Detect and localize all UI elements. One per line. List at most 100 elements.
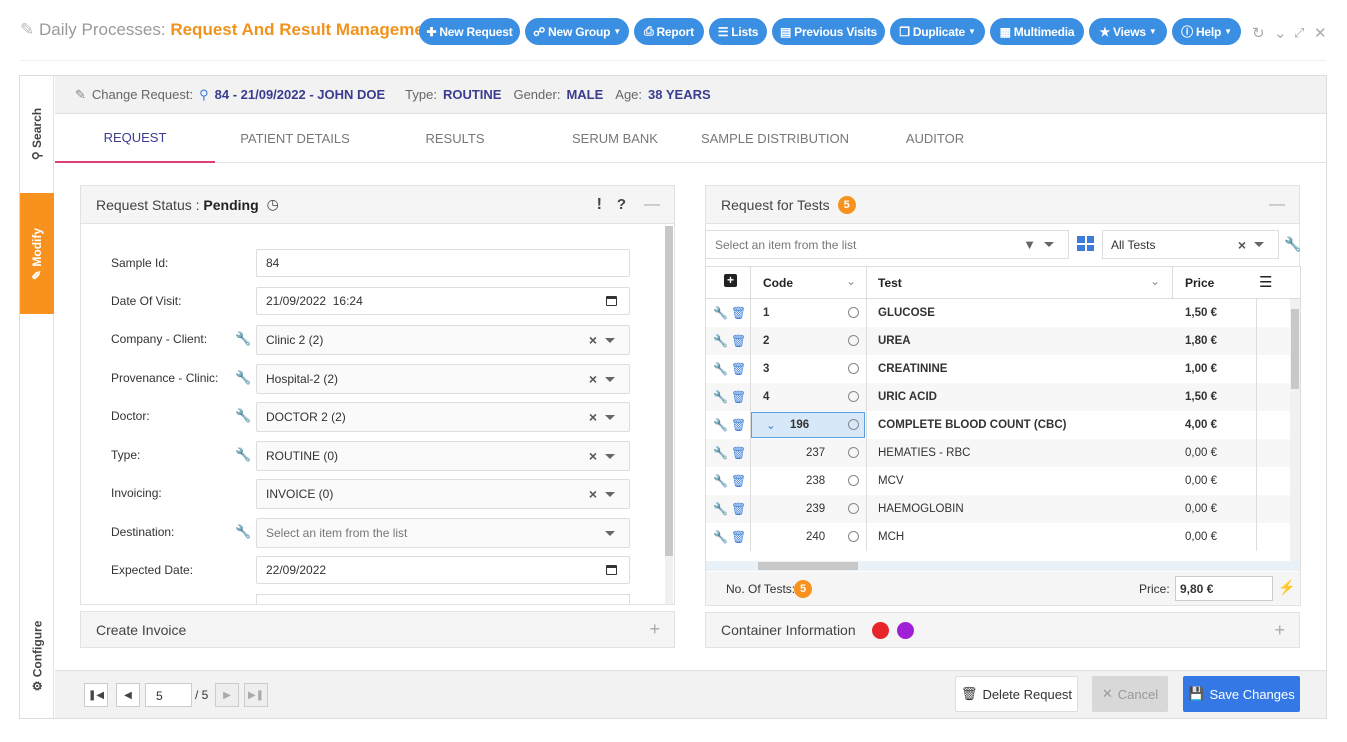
select-radio[interactable] bbox=[848, 363, 859, 374]
grid-hscrollbar[interactable] bbox=[706, 561, 1300, 571]
table-row[interactable]: 🔧 🗑 240 MCH 0,00 € bbox=[706, 523, 1290, 551]
table-row[interactable]: 🔧 🗑 1 GLUCOSE 1,50 € bbox=[706, 299, 1290, 327]
refresh-icon[interactable]: ↻ bbox=[1252, 24, 1265, 42]
type-select[interactable]: ROUTINE (0) × bbox=[256, 441, 630, 471]
trash-icon[interactable]: 🗑 bbox=[731, 306, 746, 320]
clear-icon[interactable]: × bbox=[589, 448, 597, 464]
wrench-icon[interactable]: 🔧 bbox=[713, 362, 728, 376]
views-button[interactable]: ★ Views ▼ bbox=[1089, 18, 1167, 45]
scrollbar-track[interactable] bbox=[665, 226, 673, 604]
trash-icon[interactable]: 🗑 bbox=[731, 418, 746, 432]
tab-auditor[interactable]: AUDITOR bbox=[855, 114, 1015, 163]
doctor-select[interactable]: DOCTOR 2 (2) × bbox=[256, 402, 630, 432]
date-of-visit-field[interactable]: 21/09/2022 16:24 bbox=[256, 287, 630, 315]
menu-icon[interactable]: ☰ bbox=[1259, 273, 1272, 291]
chevron-down-icon[interactable]: ⌄ bbox=[1150, 274, 1160, 288]
wrench-icon[interactable]: 🔧 bbox=[713, 390, 728, 404]
help-button[interactable]: ⓘ Help ▼ bbox=[1172, 18, 1241, 45]
select-radio[interactable] bbox=[848, 307, 859, 318]
trash-icon[interactable]: 🗑 bbox=[731, 530, 746, 544]
table-row[interactable]: 🔧 🗑 3 CREATININE 1,00 € bbox=[706, 355, 1290, 383]
next-page-button[interactable]: ▶ bbox=[215, 683, 239, 707]
question-icon[interactable]: ? bbox=[617, 196, 626, 213]
clear-icon[interactable]: × bbox=[589, 409, 597, 425]
page-input[interactable]: 5 bbox=[145, 683, 192, 707]
wrench-icon[interactable]: 🔧 bbox=[713, 502, 728, 516]
chevron-down-icon[interactable] bbox=[605, 453, 615, 459]
table-row[interactable]: 🔧 🗑 237 HEMATIES - RBC 0,00 € bbox=[706, 439, 1290, 467]
tab-serum-bank[interactable]: SERUM BANK bbox=[535, 114, 695, 163]
col-code[interactable]: Code bbox=[763, 276, 793, 290]
calendar-icon[interactable] bbox=[606, 296, 617, 306]
select-radio[interactable] bbox=[848, 531, 859, 542]
chevron-down-icon[interactable] bbox=[1254, 242, 1264, 247]
select-radio[interactable] bbox=[848, 475, 859, 486]
price-total-field[interactable]: 9,80 € bbox=[1175, 576, 1273, 601]
add-test-icon[interactable]: + bbox=[724, 274, 737, 287]
table-row[interactable]: 🔧 🗑 238 MCV 0,00 € bbox=[706, 467, 1290, 495]
minimize-icon[interactable]: — bbox=[644, 196, 660, 214]
clear-icon[interactable]: × bbox=[589, 486, 597, 502]
duplicate-button[interactable]: ❐ Duplicate ▼ bbox=[890, 18, 985, 45]
cancel-button[interactable]: ✕ Cancel bbox=[1092, 676, 1168, 712]
trash-icon[interactable]: 🗑 bbox=[731, 474, 746, 488]
col-test[interactable]: Test bbox=[878, 276, 902, 290]
chevron-down-icon[interactable] bbox=[605, 414, 615, 420]
test-filter-select[interactable]: All Tests × bbox=[1102, 230, 1279, 259]
wrench-icon[interactable]: 🔧 bbox=[235, 370, 251, 386]
chevron-down-icon[interactable]: ⌄ bbox=[846, 274, 856, 288]
last-page-button[interactable]: ▶❚ bbox=[244, 683, 268, 707]
sample-id-field[interactable]: 84 bbox=[256, 249, 630, 277]
select-radio[interactable] bbox=[848, 503, 859, 514]
search-icon[interactable]: ⚲ bbox=[199, 87, 209, 103]
prev-page-button[interactable]: ◀ bbox=[116, 683, 140, 707]
table-row[interactable]: 🔧 🗑 4 URIC ACID 1,50 € bbox=[706, 383, 1290, 411]
collapse-icon[interactable]: ⌄ bbox=[1274, 24, 1287, 42]
select-radio[interactable] bbox=[848, 419, 859, 430]
expand-icon[interactable]: + bbox=[1274, 620, 1285, 641]
wrench-icon[interactable]: 🔧 bbox=[713, 474, 728, 488]
tab-results[interactable]: RESULTS bbox=[375, 114, 535, 163]
invoicing-select[interactable]: INVOICE (0) × bbox=[256, 479, 630, 509]
wrench-icon[interactable]: 🔧 bbox=[713, 446, 728, 460]
select-radio[interactable] bbox=[848, 447, 859, 458]
wrench-icon[interactable]: 🔧 bbox=[235, 331, 251, 347]
clear-icon[interactable]: × bbox=[1238, 237, 1246, 253]
wrench-icon[interactable]: 🔧 bbox=[235, 408, 251, 424]
select-radio[interactable] bbox=[848, 391, 859, 402]
chevron-down-icon[interactable] bbox=[605, 337, 615, 343]
sidebar-item-modify[interactable]: ✎ Modify bbox=[20, 193, 54, 314]
minimize-icon[interactable]: — bbox=[1269, 196, 1285, 214]
wrench-icon[interactable]: 🔧 bbox=[1284, 236, 1301, 253]
lists-button[interactable]: ☰ Lists bbox=[709, 18, 767, 45]
container-info-panel[interactable]: Container Information + bbox=[705, 612, 1300, 648]
trash-icon[interactable]: 🗑 bbox=[731, 446, 746, 460]
select-radio[interactable] bbox=[848, 335, 859, 346]
chevron-down-icon[interactable]: ⌄ bbox=[766, 418, 776, 432]
test-select[interactable]: Select an item from the list ▼ bbox=[705, 230, 1069, 259]
chevron-down-icon[interactable] bbox=[605, 530, 615, 536]
clear-icon[interactable]: × bbox=[589, 332, 597, 348]
previous-visits-button[interactable]: ▤ Previous Visits bbox=[772, 18, 885, 45]
bolt-icon[interactable]: ⚡ bbox=[1278, 579, 1295, 596]
report-button[interactable]: ⎙ Report bbox=[634, 18, 704, 45]
tab-sample-distribution[interactable]: SAMPLE DISTRIBUTION bbox=[695, 114, 855, 163]
expand-icon[interactable]: + bbox=[649, 619, 660, 640]
wrench-icon[interactable]: 🔧 bbox=[713, 306, 728, 320]
table-row[interactable]: 🔧 🗑 ⌄ 196 COMPLETE BLOOD COUNT (CBC) 4,00 € bbox=[706, 411, 1290, 439]
wrench-icon[interactable]: 🔧 bbox=[713, 334, 728, 348]
sidebar-item-search[interactable]: ⚲ Search bbox=[20, 76, 54, 191]
save-changes-button[interactable]: 💾 Save Changes bbox=[1183, 676, 1300, 712]
company-select[interactable]: Clinic 2 (2) × bbox=[256, 325, 630, 355]
trash-icon[interactable]: 🗑 bbox=[731, 390, 746, 404]
table-row[interactable]: 🔧 🗑 239 HAEMOGLOBIN 0,00 € bbox=[706, 495, 1290, 523]
col-price[interactable]: Price bbox=[1185, 276, 1214, 290]
close-icon[interactable]: ✕ bbox=[1314, 24, 1327, 42]
multimedia-button[interactable]: ▦ Multimedia bbox=[990, 18, 1084, 45]
new-group-button[interactable]: ☍ New Group ▼ bbox=[525, 18, 629, 45]
alert-icon[interactable]: ! bbox=[597, 196, 602, 214]
delete-request-button[interactable]: 🗑 Delete Request bbox=[955, 676, 1078, 712]
chevron-down-icon[interactable] bbox=[605, 491, 615, 497]
trash-icon[interactable]: 🗑 bbox=[731, 362, 746, 376]
provenance-select[interactable]: Hospital-2 (2) × bbox=[256, 364, 630, 394]
